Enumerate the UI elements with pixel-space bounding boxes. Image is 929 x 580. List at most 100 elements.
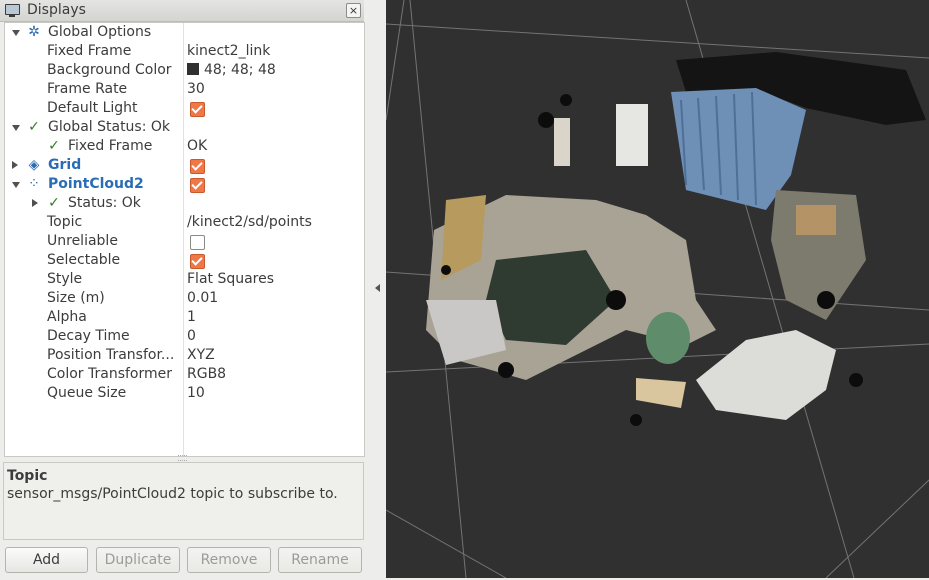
row-value[interactable]: 10	[187, 384, 205, 403]
rename-button[interactable]: Rename	[278, 547, 362, 573]
row-label: Global Options	[48, 24, 152, 40]
description-title: Topic	[7, 468, 48, 484]
description-box: Topic sensor_msgs/PointCloud2 topic to s…	[3, 462, 364, 540]
left-post	[554, 118, 570, 166]
expand-right-icon[interactable]	[32, 199, 38, 207]
row-value-text: Flat Squares	[187, 271, 275, 287]
grid-icon: ◈	[28, 157, 40, 173]
tree-row-fixed-frame[interactable]: Fixed Frame kinect2_link	[5, 42, 364, 61]
row-label: Size (m)	[47, 290, 105, 306]
row-value-text: /kinect2/sd/points	[187, 214, 312, 230]
duplicate-button[interactable]: Duplicate	[96, 547, 180, 573]
tree-row-decay-time[interactable]: Decay Time 0	[5, 327, 364, 346]
checkbox[interactable]	[190, 102, 205, 117]
tree-row-position-transfor[interactable]: Position Transfor... XYZ	[5, 346, 364, 365]
tree-row-alpha[interactable]: Alpha 1	[5, 308, 364, 327]
row-value[interactable]: /kinect2/sd/points	[187, 213, 312, 232]
expand-down-icon[interactable]	[12, 30, 20, 36]
row-label: Default Light	[47, 100, 138, 116]
monitor-icon	[5, 4, 20, 17]
chair	[646, 312, 690, 364]
row-label: Style	[47, 271, 83, 287]
splitter-handle[interactable]	[178, 455, 187, 461]
check-icon: ✓	[48, 195, 60, 211]
row-value-text: 10	[187, 385, 205, 401]
row-label: PointCloud2	[48, 176, 144, 192]
row-value-text: 1	[187, 309, 196, 325]
tree-row-unreliable[interactable]: Unreliable	[5, 232, 364, 251]
row-label: Position Transfor...	[47, 347, 175, 363]
check-icon: ✓	[28, 119, 40, 135]
row-value-text: 30	[187, 81, 205, 97]
row-value[interactable]: RGB8	[187, 365, 226, 384]
tree-row-global-status-ok[interactable]: ✓ Global Status: Ok	[5, 118, 364, 137]
panel-title: Displays	[27, 2, 86, 18]
tree-row-queue-size[interactable]: Queue Size 10	[5, 384, 364, 403]
tree-row-selectable[interactable]: Selectable	[5, 251, 364, 270]
expand-down-icon[interactable]	[12, 125, 20, 131]
render-view[interactable]	[386, 0, 929, 578]
row-value-text: OK	[187, 138, 208, 154]
expand-down-icon[interactable]	[12, 182, 20, 188]
row-label: Frame Rate	[47, 81, 128, 97]
row-value-text: 48; 48; 48	[204, 62, 276, 78]
row-value[interactable]: XYZ	[187, 346, 215, 365]
row-label: Status: Ok	[68, 195, 141, 211]
tree-row-grid[interactable]: ◈ Grid	[5, 156, 364, 175]
checkbox[interactable]	[190, 178, 205, 193]
row-label: Fixed Frame	[68, 138, 153, 154]
row-value-text: kinect2_link	[187, 43, 271, 59]
row-label: Alpha	[47, 309, 87, 325]
front-wall	[696, 330, 836, 420]
row-label: Fixed Frame	[47, 43, 132, 59]
tree-row-global-options[interactable]: ✲ Global Options	[5, 23, 364, 42]
row-value[interactable]: Flat Squares	[187, 270, 274, 289]
row-label: Background Color	[47, 62, 172, 78]
gear-icon: ✲	[28, 24, 40, 40]
row-value[interactable]: 48; 48; 48	[187, 61, 276, 80]
tree-row-status-ok[interactable]: ✓ Status: Ok	[5, 194, 364, 213]
white-column	[616, 104, 648, 166]
tree-row-color-transformer[interactable]: Color Transformer RGB8	[5, 365, 364, 384]
row-value[interactable]: kinect2_link	[187, 42, 270, 61]
row-label: Decay Time	[47, 328, 130, 344]
checkbox[interactable]	[190, 235, 205, 250]
display-tree[interactable]: ✲ Global Options Fixed Frame kinect2_link Ba…	[4, 22, 365, 457]
pointcloud-render	[386, 0, 929, 578]
add-button[interactable]: Add	[5, 547, 88, 573]
expand-right-icon[interactable]	[12, 161, 18, 169]
tree-row-background-color[interactable]: Background Color 48; 48; 48	[5, 61, 364, 80]
tree-row-style[interactable]: Style Flat Squares	[5, 270, 364, 289]
row-label: Queue Size	[47, 385, 127, 401]
tree-row-size-m[interactable]: Size (m) 0.01	[5, 289, 364, 308]
pointcloud-icon: ⁘	[28, 176, 40, 192]
row-value-text: RGB8	[187, 366, 227, 382]
color-swatch[interactable]	[187, 63, 199, 75]
row-value[interactable]: 30	[187, 80, 205, 99]
tree-row-pointcloud2[interactable]: ⁘ PointCloud2	[5, 175, 364, 194]
checkbox[interactable]	[190, 159, 205, 174]
check-icon: ✓	[48, 138, 60, 154]
row-label: Global Status: Ok	[48, 119, 171, 135]
row-value-text: 0	[187, 328, 196, 344]
shelf-box	[796, 205, 836, 235]
row-value[interactable]: 0.01	[187, 289, 218, 308]
tree-row-default-light[interactable]: Default Light	[5, 99, 364, 118]
row-label: Grid	[48, 157, 82, 173]
row-value[interactable]: 0	[187, 327, 196, 346]
row-value[interactable]: OK	[187, 137, 207, 156]
row-label: Color Transformer	[47, 366, 173, 382]
row-value[interactable]: 1	[187, 308, 196, 327]
checkbox[interactable]	[190, 254, 205, 269]
displays-panel: Displays × ✲ Global Options Fixed Frame kin…	[0, 0, 366, 580]
panel-titlebar: Displays ×	[0, 0, 364, 22]
row-label: Unreliable	[47, 233, 118, 249]
panel-collapse-gutter[interactable]	[366, 0, 386, 580]
tree-row-fixed-frame[interactable]: ✓ Fixed Frame OK	[5, 137, 364, 156]
close-button[interactable]: ×	[346, 3, 361, 18]
tree-row-frame-rate[interactable]: Frame Rate 30	[5, 80, 364, 99]
remove-button[interactable]: Remove	[187, 547, 271, 573]
row-label: Topic	[47, 214, 83, 230]
tree-row-topic[interactable]: Topic/kinect2/sd/points	[5, 213, 364, 232]
collapse-arrow-icon[interactable]	[375, 284, 380, 292]
